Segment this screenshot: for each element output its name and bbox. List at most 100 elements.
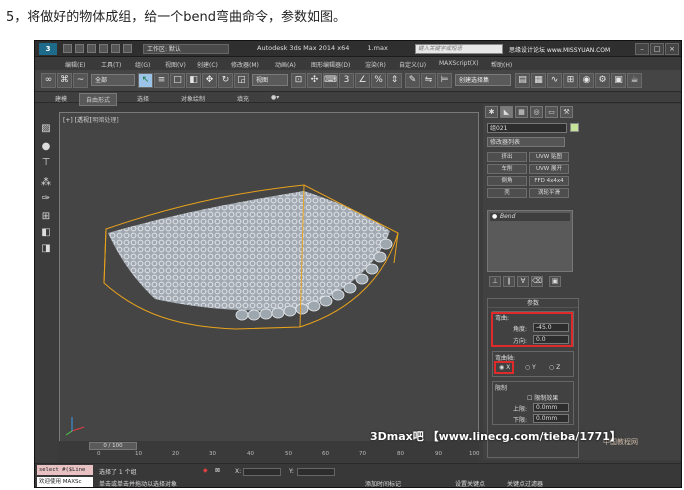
close-button[interactable]: ×	[665, 43, 679, 55]
app-logo-icon[interactable]: 3	[39, 43, 57, 55]
render-setup-icon[interactable]: ⚙	[595, 73, 610, 88]
pin-stack-icon[interactable]: ⊥	[489, 276, 501, 287]
object-name-field[interactable]: 组021	[487, 123, 567, 133]
utilities-tab-icon[interactable]: ⚒	[560, 106, 573, 118]
graphite-toggle-icon[interactable]: ▦	[531, 73, 546, 88]
tab-modeling[interactable]: 建模	[49, 93, 73, 104]
extrude-button[interactable]: 挤出	[487, 152, 527, 162]
create-tab-icon[interactable]: ✱	[485, 106, 498, 118]
lower-limit-spinner[interactable]: 0.0mm	[533, 414, 569, 423]
layer-icon[interactable]: ◧	[39, 226, 53, 240]
percent-snap-icon[interactable]: %	[371, 73, 386, 88]
schematic-view-icon[interactable]: ⊞	[563, 73, 578, 88]
menu-rendering[interactable]: 渲染(R)	[365, 60, 386, 69]
modify-tab-icon[interactable]: ◣	[500, 106, 513, 118]
link-icon[interactable]: ∞	[41, 73, 56, 88]
y-coordinate-field[interactable]	[297, 468, 335, 476]
select-manipulate-icon[interactable]: ✣	[307, 73, 322, 88]
bevel-button[interactable]: 倒角	[487, 176, 527, 186]
ffd-button[interactable]: FFD 4x4x4	[529, 176, 569, 186]
menu-views[interactable]: 视图(V)	[165, 60, 186, 69]
shirt-icon[interactable]: ⊤	[39, 156, 53, 170]
set-key-label[interactable]: 设置关键点	[455, 479, 485, 487]
window-crossing-icon[interactable]: ◧	[186, 73, 201, 88]
modifier-list-dropdown[interactable]: 修改器列表	[487, 137, 565, 147]
mirror-icon[interactable]: ⇋	[421, 73, 436, 88]
unlink-icon[interactable]: ⌘	[57, 73, 72, 88]
absolute-mode-icon[interactable]: ⊠	[215, 467, 220, 474]
key-filters-button[interactable]: 关键点过滤器	[507, 479, 543, 487]
axis-y-radio[interactable]: ○ Y	[525, 364, 536, 371]
named-selection-icon[interactable]: ✎	[405, 73, 420, 88]
brush-icon[interactable]: ✑	[39, 192, 53, 206]
motion-tab-icon[interactable]: ◎	[530, 106, 543, 118]
search-input[interactable]: 键入关键字或短语	[415, 44, 503, 54]
move-icon[interactable]: ✥	[202, 73, 217, 88]
angle-snap-icon[interactable]: ∠	[355, 73, 370, 88]
select-by-name-icon[interactable]: ≡	[154, 73, 169, 88]
pivot-center-icon[interactable]: ⊡	[291, 73, 306, 88]
selection-filter-dropdown[interactable]: 全部	[91, 74, 135, 86]
new-file-icon[interactable]	[63, 44, 72, 53]
scene-explorer-icon[interactable]: ⊞	[39, 210, 53, 224]
menu-customize[interactable]: 自定义(U)	[399, 60, 426, 69]
configure-sets-icon[interactable]: ▣	[549, 276, 561, 287]
minimize-button[interactable]: –	[635, 43, 649, 55]
select-object-icon[interactable]: ↖	[138, 73, 153, 88]
limit-effect-checkbox[interactable]: ☐ 限制效果	[527, 393, 558, 402]
display-tab-icon[interactable]: ▭	[545, 106, 558, 118]
show-end-result-icon[interactable]: ∥	[503, 276, 515, 287]
x-coordinate-field[interactable]	[243, 468, 281, 476]
open-file-icon[interactable]	[75, 44, 84, 53]
render-icon[interactable]: ◨	[39, 242, 53, 256]
uvw-unwrap-button[interactable]: UVW 展开	[529, 164, 569, 174]
menu-maxscript[interactable]: MAXScript(X)	[439, 60, 479, 67]
lock-selection-icon[interactable]: ◆	[203, 467, 208, 474]
snaps-toggle-icon[interactable]: 3	[339, 73, 354, 88]
tab-populate[interactable]: 填充	[231, 93, 255, 104]
remove-modifier-icon[interactable]: ⌫	[531, 276, 543, 287]
viewport-layout-icon[interactable]: ▨	[39, 122, 53, 136]
sphere-icon[interactable]: ●	[39, 140, 53, 154]
perspective-viewport[interactable]: [+] [透视] [明暗处理]	[59, 112, 479, 442]
menu-create[interactable]: 创建(C)	[197, 60, 218, 69]
save-file-icon[interactable]	[87, 44, 96, 53]
ribbon-options-icon[interactable]: ●▾	[265, 93, 285, 102]
uvw-map-button[interactable]: UVW 贴图	[529, 152, 569, 162]
layer-manager-icon[interactable]: ▤	[515, 73, 530, 88]
object-color-swatch[interactable]	[570, 123, 579, 132]
keyboard-shortcut-icon[interactable]: ⌨	[323, 73, 338, 88]
bulb-icon[interactable]: ●	[492, 213, 497, 221]
axis-z-radio[interactable]: ○ Z	[549, 364, 560, 371]
hierarchy-tab-icon[interactable]: ▦	[515, 106, 528, 118]
workspace-dropdown[interactable]: 工作区: 默认	[143, 44, 229, 54]
shell-button[interactable]: 壳	[487, 188, 527, 198]
tab-freeform[interactable]: 自由形式	[79, 93, 118, 106]
material-editor-icon[interactable]: ◉	[579, 73, 594, 88]
undo-icon[interactable]	[99, 44, 108, 53]
selection-set-dropdown[interactable]: 创建选择集	[455, 74, 511, 86]
turbosmooth-button[interactable]: 涡轮平滑	[529, 188, 569, 198]
menu-group[interactable]: 组(G)	[135, 60, 150, 69]
menu-edit[interactable]: 编辑(E)	[65, 60, 85, 69]
make-unique-icon[interactable]: ∀	[517, 276, 529, 287]
modifier-stack[interactable]: ● Bend	[487, 210, 573, 272]
add-time-tag[interactable]: 添加时间标记	[365, 479, 401, 487]
bind-spacewarp-icon[interactable]: ~	[73, 73, 88, 88]
align-icon[interactable]: ⊨	[437, 73, 452, 88]
menu-tools[interactable]: 工具(T)	[101, 60, 121, 69]
maximize-button[interactable]: □	[650, 43, 664, 55]
trackbar[interactable]: 0 10 20 30 40 50 60 70 80 90 100	[57, 451, 480, 463]
maxscript-listener-output[interactable]: select #($Line	[37, 465, 93, 475]
render-production-icon[interactable]: ☕	[627, 73, 642, 88]
rollout-title[interactable]: 参数	[488, 299, 578, 308]
lathe-button[interactable]: 车削	[487, 164, 527, 174]
tab-object-paint[interactable]: 对象绘制	[175, 93, 211, 104]
menu-animation[interactable]: 动画(A)	[275, 60, 296, 69]
time-slider[interactable]: 0 / 100	[89, 442, 137, 450]
rotate-icon[interactable]: ↻	[218, 73, 233, 88]
upper-limit-spinner[interactable]: 0.0mm	[533, 403, 569, 412]
stack-item-bend[interactable]: ● Bend	[490, 213, 570, 221]
menu-graph-editors[interactable]: 图形编辑器(D)	[311, 60, 350, 69]
project-folder-icon[interactable]	[123, 44, 132, 53]
